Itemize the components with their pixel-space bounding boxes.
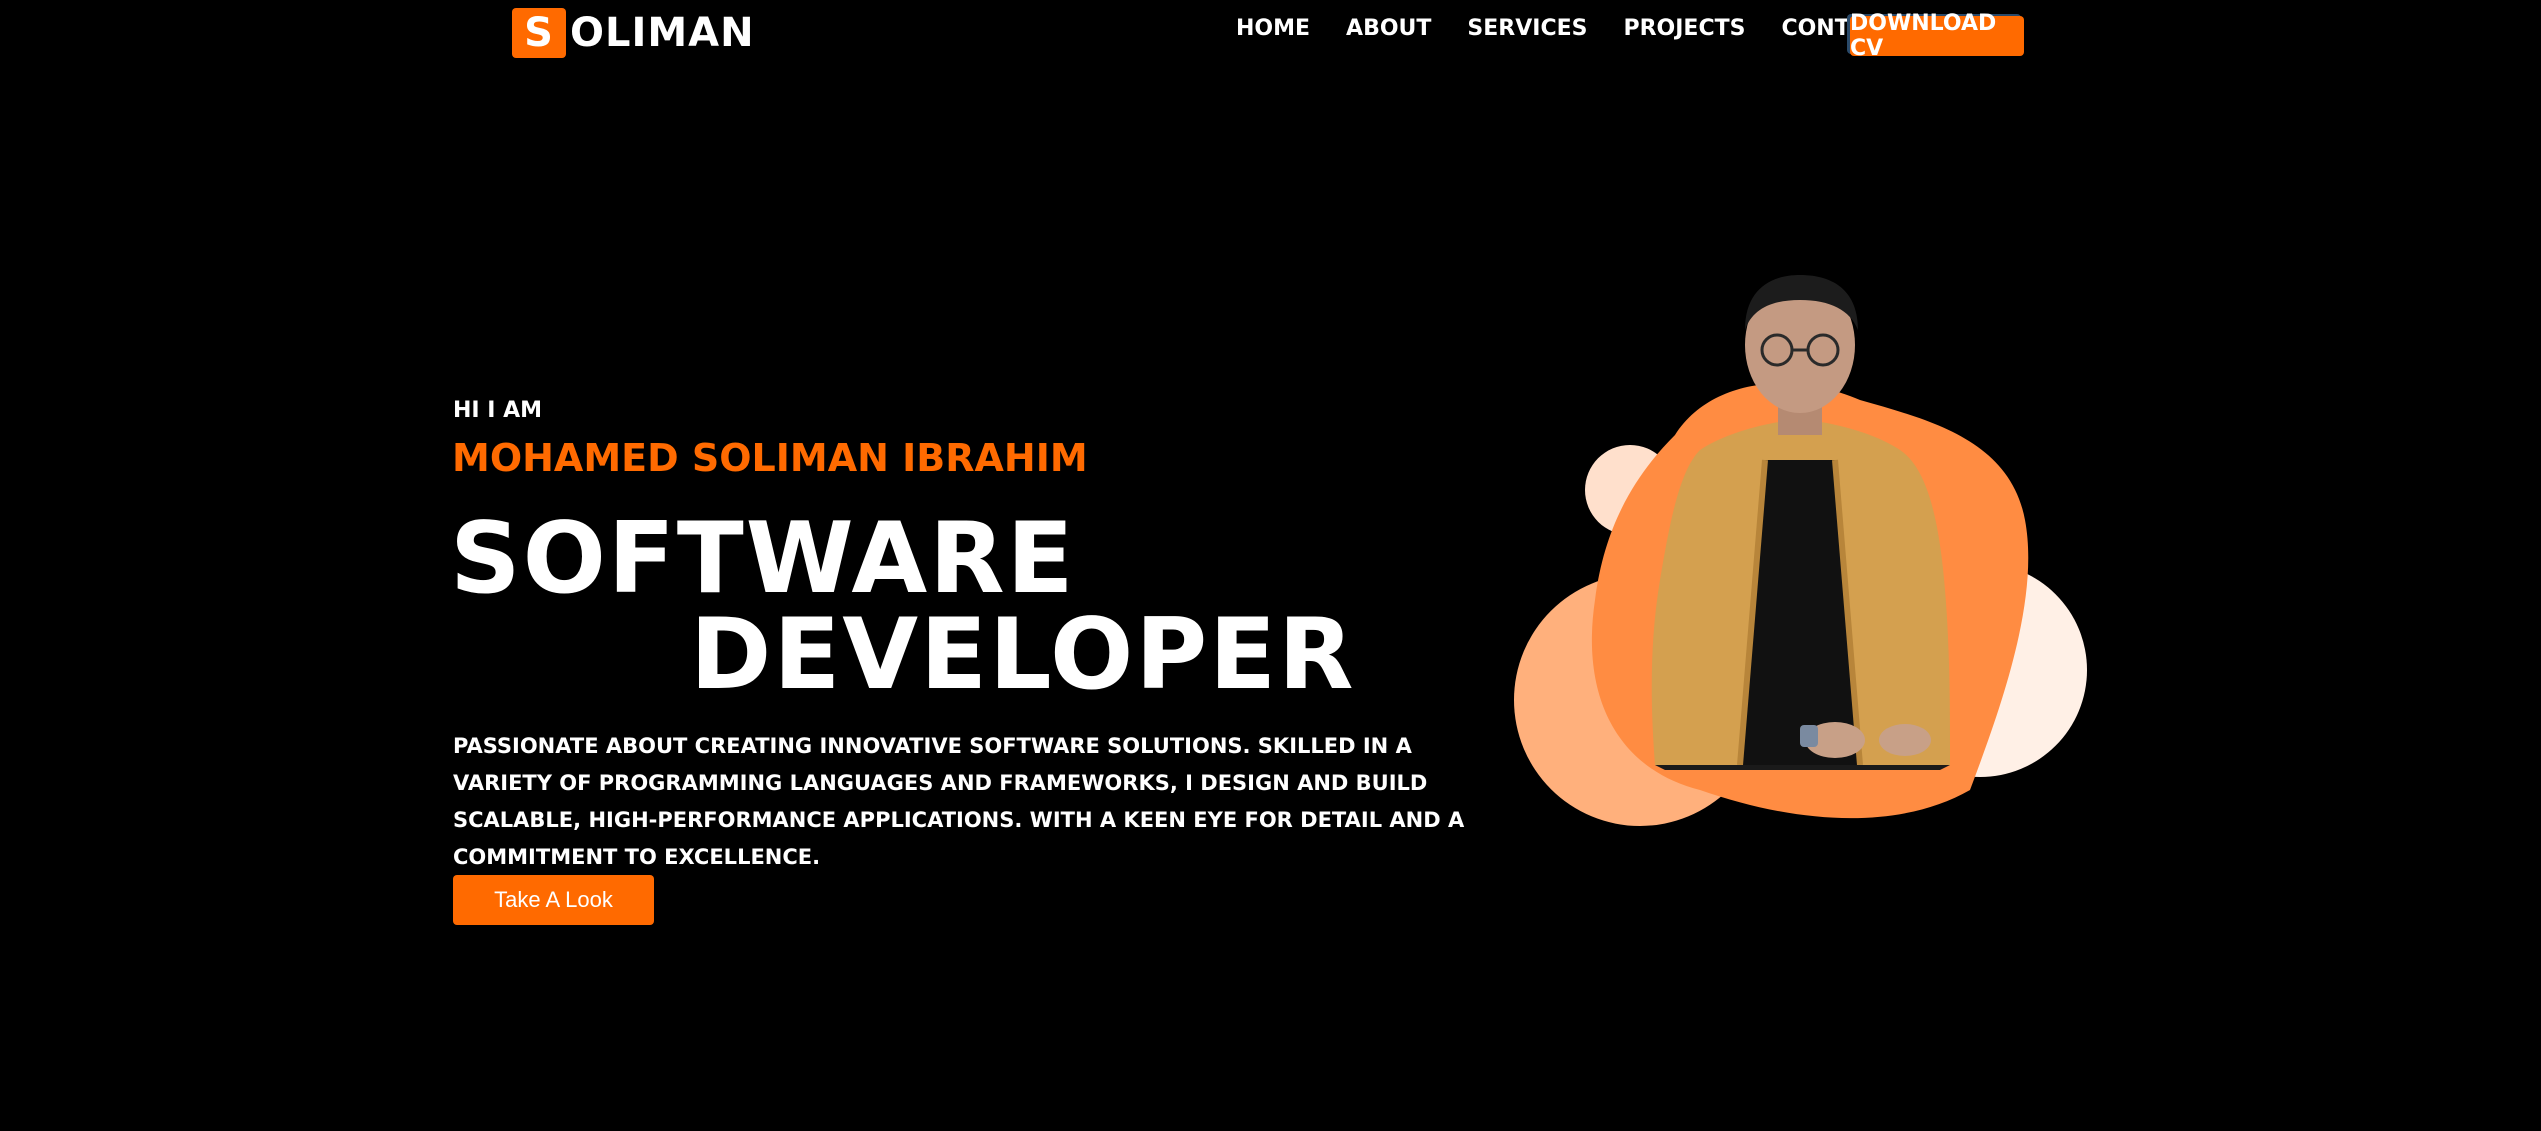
hero-name: MOHAMED SOLIMAN IBRAHIM <box>452 436 1088 480</box>
portfolio-page: S OLIMAN HOME ABOUT SERVICES PROJECTS CO… <box>0 0 2541 1131</box>
download-cv-button[interactable]: DOWNLOAD CV <box>1850 11 2024 61</box>
nav-services[interactable]: SERVICES <box>1467 16 1587 41</box>
person-figure <box>1651 275 1950 770</box>
hero-title-line1: SOFTWARE <box>450 502 1076 616</box>
logo-letter-box: S <box>512 8 566 58</box>
site-logo[interactable]: S OLIMAN <box>512 8 755 58</box>
nav-projects[interactable]: PROJECTS <box>1623 16 1745 41</box>
nav-home[interactable]: HOME <box>1236 16 1310 41</box>
nav-about[interactable]: ABOUT <box>1346 16 1431 41</box>
hero-greeting: HI I AM <box>453 398 543 423</box>
hero-description: PASSIONATE ABOUT CREATING INNOVATIVE SOF… <box>453 734 1465 869</box>
take-a-look-button[interactable]: Take A Look <box>453 875 654 925</box>
logo-text: OLIMAN <box>570 10 755 56</box>
hero-title-line2: DEVELOPER <box>690 598 1356 712</box>
hero-portrait-image <box>1514 275 2087 826</box>
